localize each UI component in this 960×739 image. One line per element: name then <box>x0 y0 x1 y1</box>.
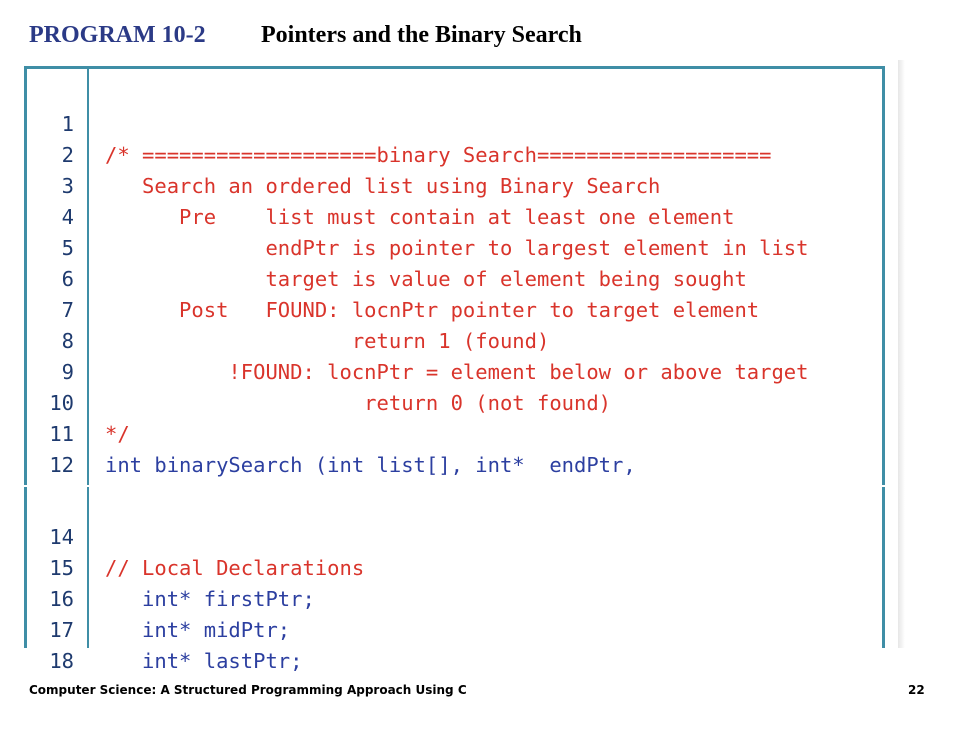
footer-page-number: 22 <box>908 683 925 697</box>
code-line: 5 target is value of element being sough… <box>27 202 882 291</box>
code-line: 17 int* lastPtr; <box>27 584 882 673</box>
code-text: int* lastPtr; <box>105 649 303 673</box>
page-shadow-edge <box>898 60 905 648</box>
code-line: 11 int binarySearch (int list[], int* en… <box>27 388 882 477</box>
code-line: 12 int target, int** locnPtr) <box>27 419 882 508</box>
code-line: 15 int* firstPtr; <box>27 522 882 611</box>
program-title: Pointers and the Binary Search <box>261 22 582 48</box>
program-label: PROGRAM 10-2 <box>29 22 206 48</box>
footer-book-title: Computer Science: A Structured Programmi… <box>29 683 467 697</box>
code-line: 6 Post FOUND: locnPtr pointer to target … <box>27 233 882 322</box>
code-panel-top: 1 /* ===================binary Search===… <box>24 66 885 539</box>
code-line: 10 */ <box>27 357 882 446</box>
code-line: 14 // Local Declarations <box>27 491 882 580</box>
code-line: 13 { <box>27 450 882 539</box>
code-line: 4 endPtr is pointer to largest element i… <box>27 171 882 260</box>
code-line: 3 Pre list must contain at least one ele… <box>27 140 882 229</box>
code-panel-bottom: 14 // Local Declarations 15 int* firstPt… <box>24 487 885 673</box>
code-line: 18 <box>27 615 882 673</box>
code-line: 7 return 1 (found) <box>27 264 882 353</box>
code-line: 16 int* midPtr; <box>27 553 882 642</box>
code-line: 1 /* ===================binary Search===… <box>27 78 882 167</box>
slide-title: PROGRAM 10-2 Pointers and the Binary Sea… <box>29 22 582 56</box>
code-line: 2 Search an ordered list using Binary Se… <box>27 109 882 198</box>
line-number: 18 <box>49 649 74 673</box>
code-line: 8 !FOUND: locnPtr = element below or abo… <box>27 295 882 384</box>
code-line: 9 return 0 (not found) <box>27 326 882 415</box>
